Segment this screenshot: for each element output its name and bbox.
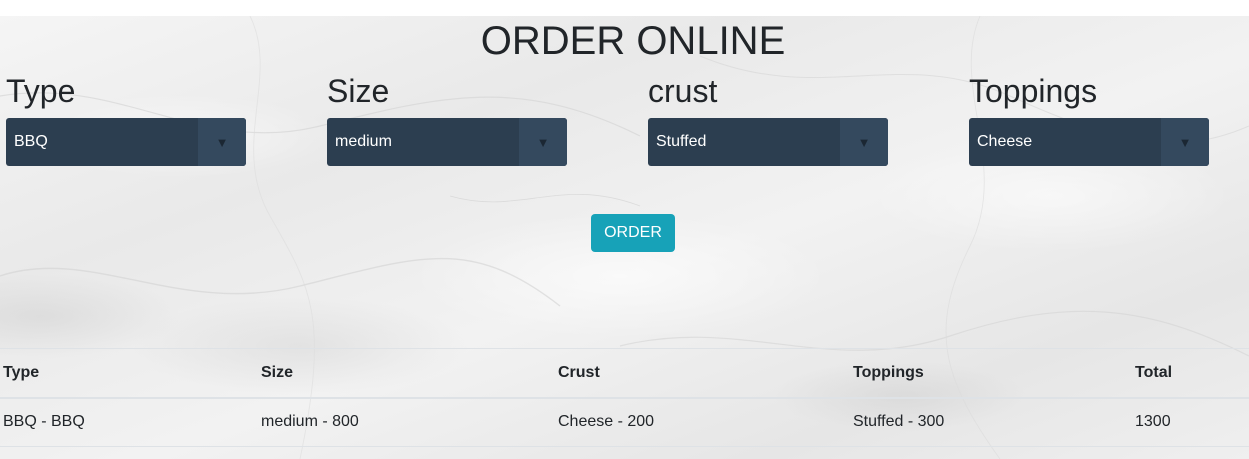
triangle-down-icon: ▼ bbox=[215, 134, 229, 150]
triangle-down-icon: ▼ bbox=[1178, 134, 1192, 150]
size-select-toggle[interactable]: ▼ bbox=[519, 118, 567, 166]
column-header-crust: Crust bbox=[555, 348, 850, 399]
type-select-value: BBQ bbox=[14, 133, 48, 150]
table-header-row: Type Size Crust Toppings Total bbox=[0, 348, 1249, 399]
type-select[interactable]: BBQ ▼ bbox=[6, 118, 246, 166]
column-header-toppings: Toppings bbox=[850, 348, 1132, 399]
cell-toppings: Stuffed - 300 bbox=[853, 413, 945, 431]
cell-size: medium - 800 bbox=[261, 413, 359, 431]
order-button[interactable]: ORDER bbox=[591, 214, 675, 252]
column-header-size: Size bbox=[258, 348, 555, 399]
crust-select-value: Stuffed bbox=[656, 133, 707, 150]
size-label: Size bbox=[327, 73, 390, 109]
cell-crust: Cheese - 200 bbox=[558, 413, 655, 431]
cell-type: BBQ - BBQ bbox=[3, 413, 85, 431]
triangle-down-icon: ▼ bbox=[536, 134, 550, 150]
size-select-value: medium bbox=[335, 133, 392, 150]
toppings-label: Toppings bbox=[969, 73, 1098, 109]
size-select[interactable]: medium ▼ bbox=[327, 118, 567, 166]
toppings-select[interactable]: Cheese ▼ bbox=[969, 118, 1209, 166]
crust-select-toggle[interactable]: ▼ bbox=[840, 118, 888, 166]
page-title: ORDER ONLINE bbox=[480, 19, 786, 63]
size-field: Size medium ▼ bbox=[327, 72, 567, 166]
triangle-down-icon: ▼ bbox=[857, 134, 871, 150]
type-select-toggle[interactable]: ▼ bbox=[198, 118, 246, 166]
toppings-select-value: Cheese bbox=[977, 133, 1033, 150]
crust-select[interactable]: Stuffed ▼ bbox=[648, 118, 888, 166]
toppings-select-toggle[interactable]: ▼ bbox=[1161, 118, 1209, 166]
column-header-type: Type bbox=[0, 348, 258, 399]
cell-total: 1300 bbox=[1135, 413, 1171, 431]
crust-field: crust Stuffed ▼ bbox=[648, 72, 888, 166]
orders-table: Type Size Crust Toppings Total BBQ - BBQ… bbox=[0, 348, 1249, 447]
table-row: BBQ - BBQ medium - 800 Cheese - 200 Stuf… bbox=[0, 398, 1249, 447]
column-header-total: Total bbox=[1132, 348, 1249, 399]
toppings-field: Toppings Cheese ▼ bbox=[969, 72, 1209, 166]
type-field: Type BBQ ▼ bbox=[6, 72, 246, 166]
type-label: Type bbox=[6, 73, 76, 109]
crust-label: crust bbox=[648, 73, 718, 109]
